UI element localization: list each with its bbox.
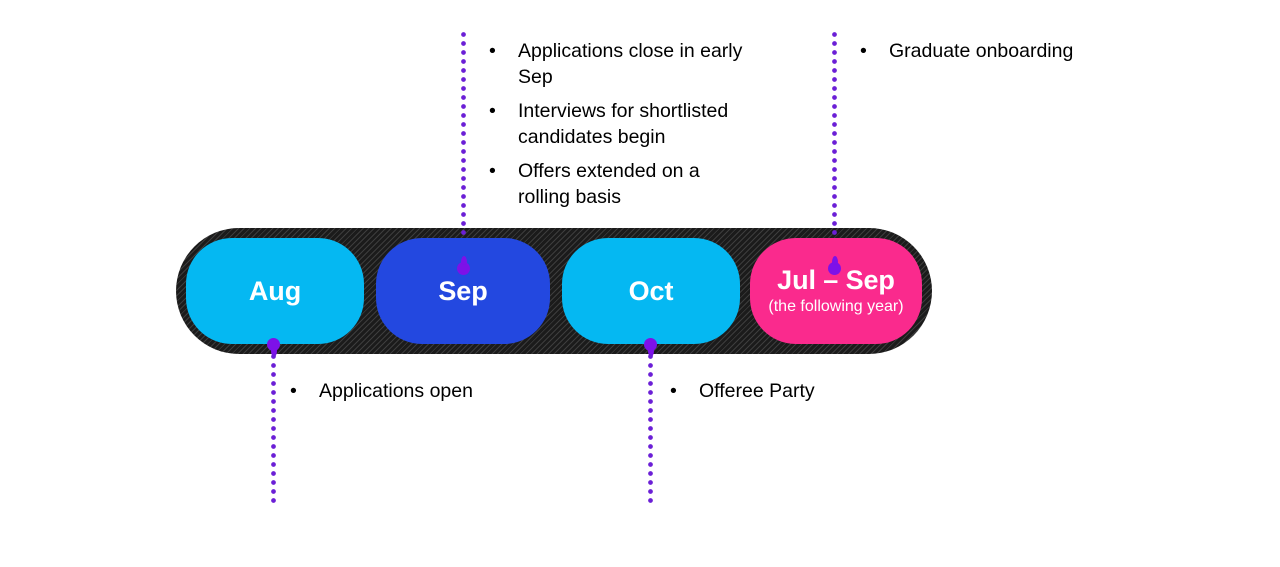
connector-pin-icon	[457, 256, 470, 275]
connector-pin-icon	[267, 338, 280, 357]
list-item-label: Offers extended on a rolling basis	[518, 160, 700, 208]
timeline-stage-aug[interactable]: Aug	[186, 238, 364, 344]
list-item: • Applications open	[285, 378, 615, 404]
connector-line-oct	[644, 338, 657, 506]
list-item-label: Applications close in early Sep	[518, 40, 743, 88]
dotted-line	[271, 354, 276, 506]
list-item-label: Graduate onboarding	[889, 40, 1074, 62]
list-item-label: Applications open	[319, 380, 473, 402]
bullet-icon: •	[489, 40, 496, 62]
bullet-icon: •	[489, 100, 496, 122]
timeline-stage-jul-sep[interactable]: Jul – Sep (the following year)	[750, 238, 922, 344]
list-item-label: Offeree Party	[699, 380, 815, 402]
connector-line-sep	[457, 32, 470, 275]
stage-label: Aug	[248, 275, 302, 306]
callout-aug: • Applications open	[285, 378, 615, 404]
timeline-stage-oct[interactable]: Oct	[562, 238, 740, 344]
connector-pin-icon	[828, 256, 841, 275]
callout-sep: • Applications close in early Sep • Inte…	[484, 38, 764, 210]
list-item: • Graduate onboarding	[855, 38, 1115, 64]
bullet-icon: •	[670, 380, 677, 402]
bullet-icon: •	[290, 380, 297, 402]
timeline-stage-sep[interactable]: Sep	[376, 238, 550, 344]
dotted-line	[461, 32, 466, 236]
stage-label: Sep	[438, 275, 488, 306]
connector-pin-icon	[644, 338, 657, 357]
dotted-line	[832, 32, 837, 236]
connector-line-aug	[267, 338, 280, 506]
list-item: • Offers extended on a rolling basis	[484, 158, 764, 210]
list-item: • Applications close in early Sep	[484, 38, 764, 90]
stage-label: Oct	[628, 275, 674, 306]
bullet-icon: •	[860, 40, 867, 62]
connector-line-jul-sep	[828, 32, 841, 275]
list-item: • Offeree Party	[665, 378, 965, 404]
bullet-icon: •	[489, 160, 496, 182]
callout-jul-sep: • Graduate onboarding	[855, 38, 1115, 64]
list-item-label: Interviews for shortlisted candidates be…	[518, 100, 729, 148]
list-item: • Interviews for shortlisted candidates …	[484, 98, 764, 150]
stage-sublabel: (the following year)	[768, 297, 904, 315]
callout-oct: • Offeree Party	[665, 378, 965, 404]
dotted-line	[648, 354, 653, 506]
